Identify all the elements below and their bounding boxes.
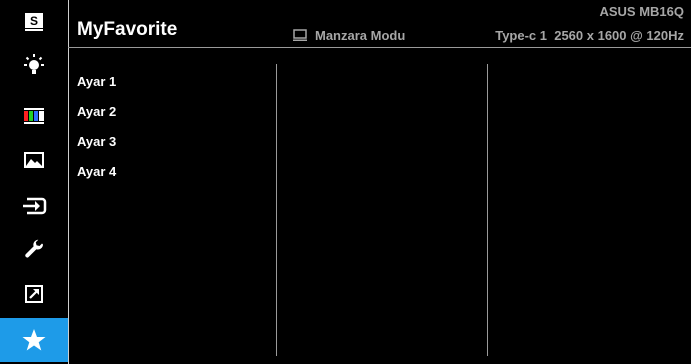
menu-item-ayar-1[interactable]: Ayar 1 [77, 74, 116, 104]
monitor-icon [293, 29, 307, 41]
wrench-icon [25, 239, 43, 258]
menu-list: Ayar 1 Ayar 2 Ayar 3 Ayar 4 [77, 74, 116, 194]
light-bulb-icon [24, 54, 44, 74]
column-divider-1 [276, 64, 277, 356]
sidebar: S [0, 0, 69, 364]
header-divider [68, 47, 691, 48]
menu-item-ayar-4[interactable]: Ayar 4 [77, 164, 116, 194]
sidebar-item-image[interactable] [0, 140, 68, 180]
menu-item-ayar-3[interactable]: Ayar 3 [77, 134, 116, 164]
page-title: MyFavorite [77, 19, 178, 40]
svg-text:S: S [30, 14, 38, 28]
osd-menu: S MyFavorite ASUS MB16Q Manzara Modu Typ… [0, 0, 691, 364]
sidebar-item-system-setup[interactable] [0, 230, 68, 270]
star-icon [22, 329, 46, 351]
sidebar-item-shortcut[interactable] [0, 274, 68, 314]
input-select-icon [23, 197, 47, 215]
sidebar-item-splendid[interactable]: S [0, 2, 68, 42]
splendid-s-icon: S [25, 13, 43, 31]
model-name: ASUS MB16Q [599, 4, 684, 19]
image-icon [24, 152, 44, 168]
shortcut-arrow-icon [25, 285, 43, 303]
input-signal-info: Type-c 1 2560 x 1600 @ 120Hz [495, 28, 684, 43]
current-mode: Manzara Modu [293, 28, 405, 43]
sidebar-item-blue-light-filter[interactable] [0, 46, 68, 86]
menu-item-ayar-2[interactable]: Ayar 2 [77, 104, 116, 134]
sidebar-item-myfavorite[interactable] [0, 318, 68, 362]
column-divider-2 [487, 64, 488, 356]
color-bars-icon [24, 108, 44, 124]
sidebar-item-color[interactable] [0, 96, 68, 136]
mode-label: Manzara Modu [315, 28, 406, 43]
sidebar-item-input-select[interactable] [0, 186, 68, 226]
